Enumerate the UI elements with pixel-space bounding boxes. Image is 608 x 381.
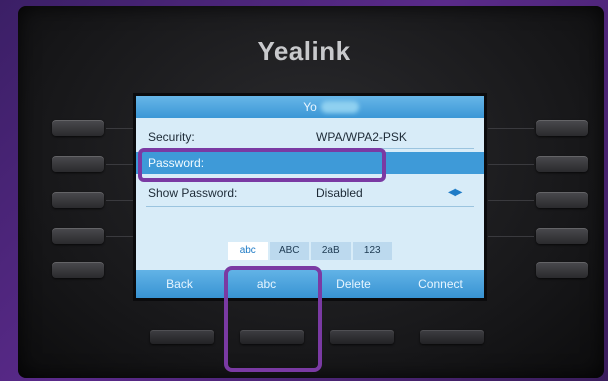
line-key-right-guide: [488, 236, 534, 237]
security-value: WPA/WPA2-PSK: [316, 130, 407, 144]
security-row[interactable]: Security: WPA/WPA2-PSK: [136, 126, 484, 148]
physical-softkey-4[interactable]: [420, 330, 484, 344]
show-password-value: Disabled: [316, 186, 363, 200]
line-key-left-guide: [106, 164, 134, 165]
line-key-left-guide: [106, 236, 134, 237]
line-key-right-1[interactable]: [536, 120, 588, 136]
line-key-left-5[interactable]: [52, 262, 104, 278]
line-key-left-4[interactable]: [52, 228, 104, 244]
line-key-left-1[interactable]: [52, 120, 104, 136]
redacted-network-name: [321, 101, 359, 113]
input-mode-2aB[interactable]: 2aB: [311, 242, 351, 260]
line-key-right-guide: [488, 200, 534, 201]
line-key-right-2[interactable]: [536, 156, 588, 172]
physical-softkey-3[interactable]: [330, 330, 394, 344]
softkey-delete[interactable]: Delete: [310, 270, 397, 298]
password-highlight-box: [138, 148, 386, 182]
line-key-right-4[interactable]: [536, 228, 588, 244]
line-key-right-guide: [488, 128, 534, 129]
line-key-left-guide: [106, 200, 134, 201]
row-divider: [146, 206, 474, 207]
show-password-row[interactable]: Show Password: Disabled ◀▶: [136, 182, 484, 204]
input-mode-123[interactable]: 123: [352, 242, 392, 260]
show-password-label: Show Password:: [148, 186, 238, 200]
line-key-right-3[interactable]: [536, 192, 588, 208]
screen-title-bar: Yo: [136, 96, 484, 118]
physical-softkey-1[interactable]: [150, 330, 214, 344]
input-mode-abc[interactable]: abc: [228, 242, 268, 260]
line-key-right-5[interactable]: [536, 262, 588, 278]
line-key-left-3[interactable]: [52, 192, 104, 208]
softkey-highlight-box: [224, 266, 322, 372]
softkey-connect[interactable]: Connect: [397, 270, 484, 298]
screen-title: Yo: [303, 100, 317, 114]
brand-logo: Yealink: [257, 36, 351, 66]
line-key-left-2[interactable]: [52, 156, 104, 172]
left-right-arrows-icon[interactable]: ◀▶: [448, 182, 462, 204]
input-mode-bar: abc ABC 2aB 123: [228, 242, 392, 260]
input-mode-ABC[interactable]: ABC: [269, 242, 309, 260]
line-key-left-guide: [106, 128, 134, 129]
line-key-right-guide: [488, 164, 534, 165]
softkey-back[interactable]: Back: [136, 270, 223, 298]
security-label: Security:: [148, 130, 195, 144]
